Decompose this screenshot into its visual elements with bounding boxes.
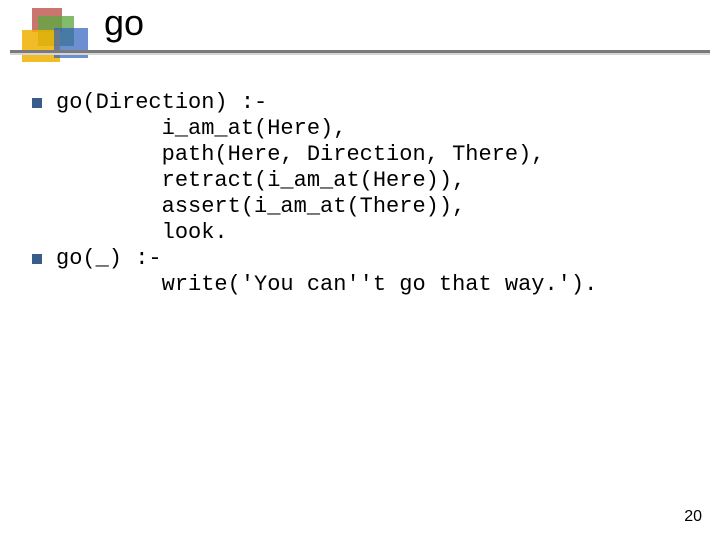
page-number: 20: [684, 508, 702, 526]
slide-title: go: [104, 2, 144, 44]
bullet-icon: [32, 98, 42, 108]
title-divider-light: [10, 53, 710, 55]
bullet-icon: [32, 254, 42, 264]
slide-content: go(Direction) :- i_am_at(Here), path(Her…: [32, 90, 692, 298]
list-item: go(_) :- write('You can''t go that way.'…: [32, 246, 692, 298]
list-item: go(Direction) :- i_am_at(Here), path(Her…: [32, 90, 692, 246]
slide-logo: [18, 8, 90, 64]
code-block-2: go(_) :- write('You can''t go that way.'…: [56, 246, 597, 298]
code-block-1: go(Direction) :- i_am_at(Here), path(Her…: [56, 90, 544, 246]
slide: go go(Direction) :- i_am_at(Here), path(…: [0, 0, 720, 540]
